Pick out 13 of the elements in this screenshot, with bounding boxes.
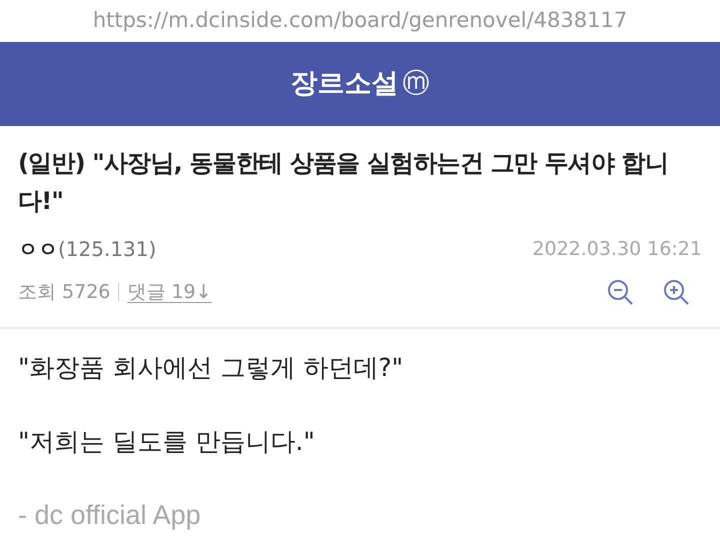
board-title[interactable]: 장르소설 <box>290 64 398 104</box>
view-count: 조회 5726 <box>18 280 110 305</box>
mobile-mark-label: ⓜ <box>402 66 430 101</box>
author-name: ㅇㅇ <box>18 236 58 263</box>
zoom-out-icon[interactable] <box>606 278 634 306</box>
author-ip: (125.131) <box>58 236 156 263</box>
body-paragraph: "화장품 회사에선 그렇게 하던데?" <box>18 352 404 384</box>
signature-text: - dc official App <box>18 498 202 532</box>
post-title: (일반) "사장님, 동물한테 상품을 실험하는건 그만 두셔야 합니다!" <box>18 148 670 217</box>
zoom-in-icon[interactable] <box>662 278 690 306</box>
body-paragraph: "저희는 딜도를 만듭니다." <box>18 426 316 458</box>
url-text: https://m.dcinside.com/board/genrenovel/4838117 <box>92 7 628 34</box>
post-date: 2022.03.30 16:21 <box>532 236 702 262</box>
